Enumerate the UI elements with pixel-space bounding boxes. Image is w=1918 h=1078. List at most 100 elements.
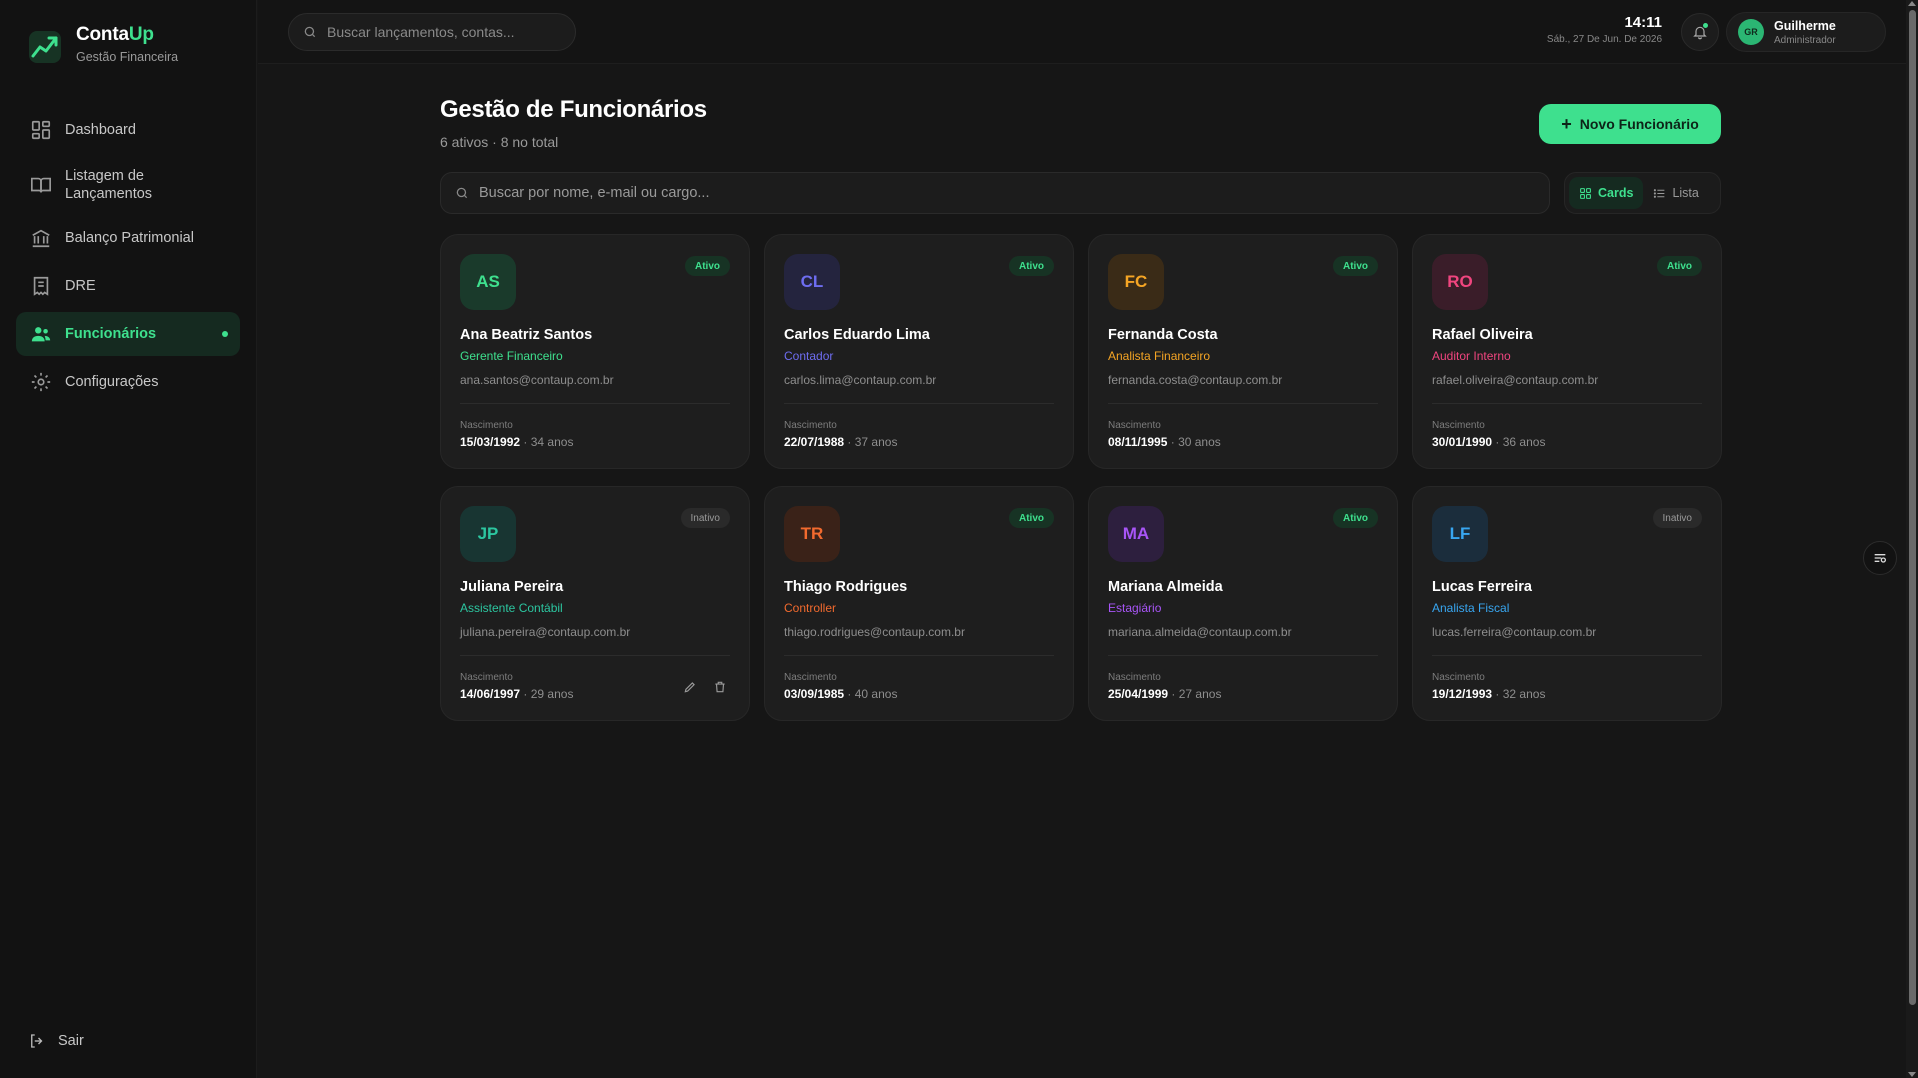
edit-pencil-icon[interactable] [683,680,697,694]
avatar: RO [1432,254,1488,310]
birth-info: 03/09/1985 · 40 anos [784,687,898,701]
employee-role: Estagiário [1108,601,1162,615]
bank-icon [30,227,52,249]
avatar: MA [1108,506,1164,562]
birth-date: 22/07/1988 [784,435,845,449]
status-badge: Inativo [680,508,730,528]
status-badge: Inativo [1652,508,1702,528]
sidebar-item-lancamentos[interactable]: Listagem de Lançamentos [16,156,240,214]
birth-info: 08/11/1995 · 30 anos [1108,435,1221,449]
divider [1432,655,1702,656]
employee-grid: AS Ativo Ana Beatriz Santos Gerente Finance… [440,234,1722,721]
avatar: JP [460,506,516,562]
brand-name: ContaUp [76,24,154,45]
birth-info: 14/06/1997 · 29 anos [460,687,574,701]
birth-info: 22/07/1988 · 37 anos [784,435,898,449]
employee-card[interactable]: RO Ativo Rafael Oliveira Auditor Interno raf… [1412,234,1722,469]
scroll-down-icon[interactable] [1908,1072,1916,1077]
sidebar-item-label: Listagem de Lançamentos [65,168,153,202]
employee-email: lucas.ferreira@contaup.com.br [1432,625,1597,639]
sidebar-item-dre[interactable]: DRE [16,264,240,308]
divider [784,403,1054,404]
employee-email: carlos.lima@contaup.com.br [784,373,937,387]
clock-date: Sáb., 27 De Jun. De 2026 [1546,34,1662,45]
employee-name: Thiago Rodrigues [784,579,908,595]
page-scrollbar[interactable] [1906,0,1918,1078]
employee-name: Rafael Oliveira [1432,327,1533,343]
employee-age: 30 anos [1178,435,1221,449]
birth-label: Nascimento [784,672,837,683]
employee-email: rafael.oliveira@contaup.com.br [1432,373,1599,387]
sidebar-item-funcionarios[interactable]: Funcionários [16,312,240,356]
status-badge: Ativo [685,256,730,276]
topbar: 14:11 Sáb., 27 De Jun. De 2026 GR Guilhe… [258,0,1906,64]
sidebar-item-configuracoes[interactable]: Configurações [16,360,240,404]
scrollbar-thumb[interactable] [1909,10,1916,1005]
sidebar-item-label: Configurações [65,374,159,390]
employee-age: 37 anos [854,435,898,449]
sliders-icon [1874,554,1886,563]
employee-email: thiago.rodrigues@contaup.com.br [784,625,965,639]
plus-icon: + [1561,113,1572,134]
user-menu[interactable]: GR Guilherme Administrador [1726,12,1886,52]
sidebar-item-balanco[interactable]: Balanço Patrimonial [16,216,240,260]
birth-date: 19/12/1993 [1432,687,1493,701]
logout-button[interactable]: Sair [28,1032,84,1050]
sidebar-nav: Dashboard Listagem de Lançamentos Balanç… [16,108,240,408]
trash-icon[interactable] [713,680,727,694]
status-badge: Ativo [1009,508,1054,528]
logo-chart-icon [29,31,61,63]
employee-role: Auditor Interno [1432,349,1511,363]
employee-card[interactable]: CL Ativo Carlos Eduardo Lima Contador carlos… [764,234,1074,469]
divider [1432,403,1702,404]
notification-dot [1703,23,1708,28]
card-actions [683,680,727,694]
active-indicator-dot [222,331,228,337]
avatar: LF [1432,506,1488,562]
birth-info: 19/12/1993 · 32 anos [1432,687,1546,701]
new-employee-button[interactable]: + Novo Funcionário [1539,104,1721,144]
employee-card[interactable]: LF Inativo Lucas Ferreira Analista Fiscal lu… [1412,486,1722,721]
avatar: GR [1738,19,1764,45]
birth-label: Nascimento [1432,672,1485,683]
divider [1108,403,1378,404]
birth-date: 25/04/1999 [1108,687,1169,701]
view-list-button[interactable]: Lista [1643,177,1708,209]
user-name: Guilherme [1774,18,1836,33]
employee-search[interactable] [440,172,1550,214]
floating-settings-button[interactable] [1863,541,1897,575]
employee-name: Carlos Eduardo Lima [784,327,930,343]
birth-label: Nascimento [1432,420,1485,431]
sidebar-item-label: DRE [65,278,96,294]
employee-card[interactable]: FC Ativo Fernanda Costa Analista Financeiro… [1088,234,1398,469]
brand[interactable]: ContaUp Gestão Financeira [28,24,178,64]
view-cards-button[interactable]: Cards [1569,177,1644,209]
global-search[interactable] [288,13,576,51]
page-subtitle: 6 ativos · 8 no total [440,134,559,150]
employee-name: Lucas Ferreira [1432,579,1532,595]
employee-search-input[interactable] [479,185,1529,201]
sidebar-item-label: Funcionários [65,326,157,342]
user-role: Administrador [1774,34,1836,46]
scroll-up-icon[interactable] [1908,1,1916,6]
birth-label: Nascimento [1108,672,1161,683]
status-badge: Ativo [1009,256,1054,276]
global-search-input[interactable] [327,24,557,40]
employee-role: Analista Financeiro [1108,349,1211,363]
employee-card[interactable]: TR Ativo Thiago Rodrigues Controller thiago.… [764,486,1074,721]
receipt-icon [30,275,52,297]
dashboard-grid-icon [30,119,52,141]
sidebar-item-dashboard[interactable]: Dashboard [16,108,240,152]
avatar: FC [1108,254,1164,310]
employee-age: 32 anos [1502,687,1546,701]
employee-role: Assistente Contábil [460,601,563,615]
employee-card[interactable]: AS Ativo Ana Beatriz Santos Gerente Finance… [440,234,750,469]
notifications-button[interactable] [1681,13,1719,51]
search-icon [304,26,316,38]
employee-role: Analista Fiscal [1432,601,1510,615]
employee-card[interactable]: MA Ativo Mariana Almeida Estagiário mariana.… [1088,486,1398,721]
brand-subtitle: Gestão Financeira [76,50,179,64]
clock: 14:11 Sáb., 27 De Jun. De 2026 [1547,14,1662,45]
birth-label: Nascimento [460,672,513,683]
employee-card[interactable]: JP Inativo Juliana Pereira Assistente Contá… [440,486,750,721]
